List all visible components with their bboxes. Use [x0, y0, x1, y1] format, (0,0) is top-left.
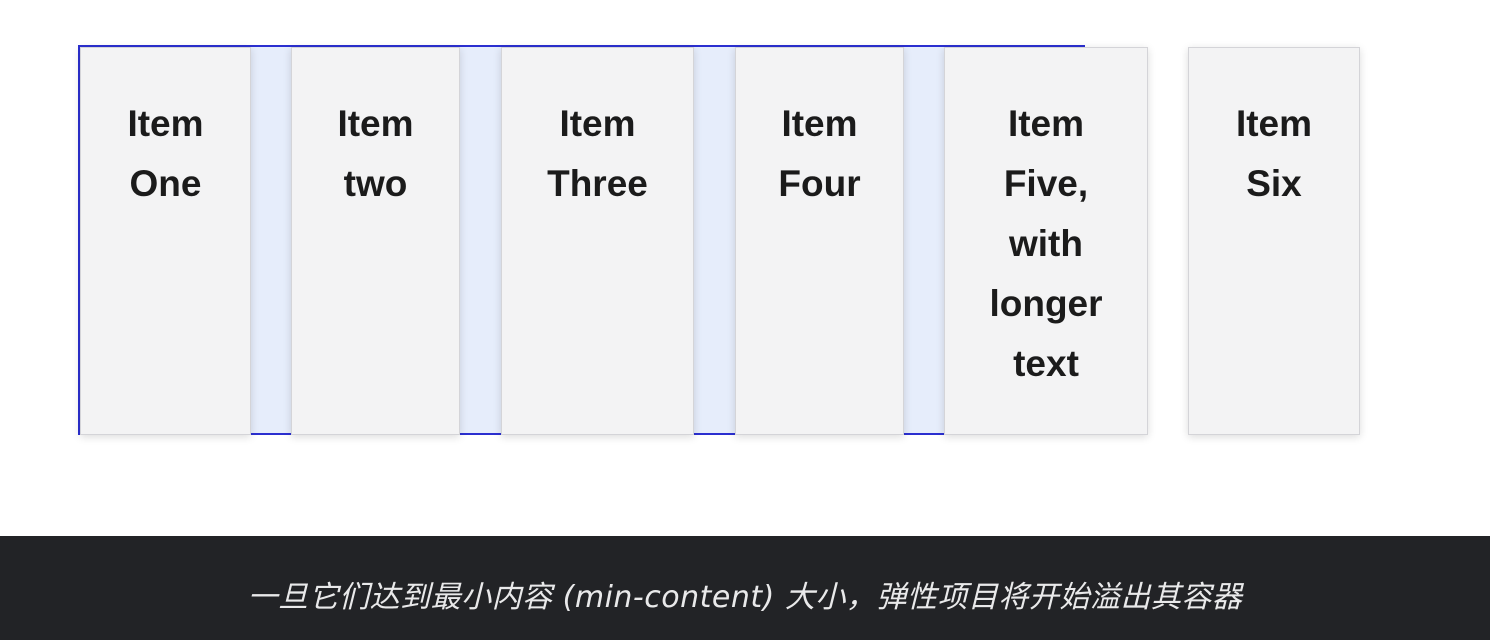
flex-item-label: Item One [127, 103, 204, 204]
flex-item-six: Item Six [1188, 47, 1360, 435]
flex-item-three: Item Three [501, 47, 694, 435]
flex-item-two: Item two [291, 47, 460, 435]
demo-stage: Item One Item two Item Three Item Four I… [0, 0, 1490, 536]
subtitle-bar: 一旦它们达到最小内容 (min-content) 大小，弹性项目将开始溢出其容器 [0, 536, 1490, 640]
flex-item-one: Item One [80, 47, 251, 435]
flex-item-label: Item two [337, 103, 414, 204]
flex-item-label: Item Three [547, 103, 648, 204]
flex-item-five: Item Five, with longer text [944, 47, 1148, 435]
flex-item-label: Item Six [1235, 103, 1313, 204]
subtitle-text: 一旦它们达到最小内容 (min-content) 大小，弹性项目将开始溢出其容器 [247, 580, 1243, 615]
flex-item-label: Item Five, with longer text [989, 103, 1103, 384]
flex-item-four: Item Four [735, 47, 904, 435]
flex-item-label: Item Four [778, 103, 861, 204]
